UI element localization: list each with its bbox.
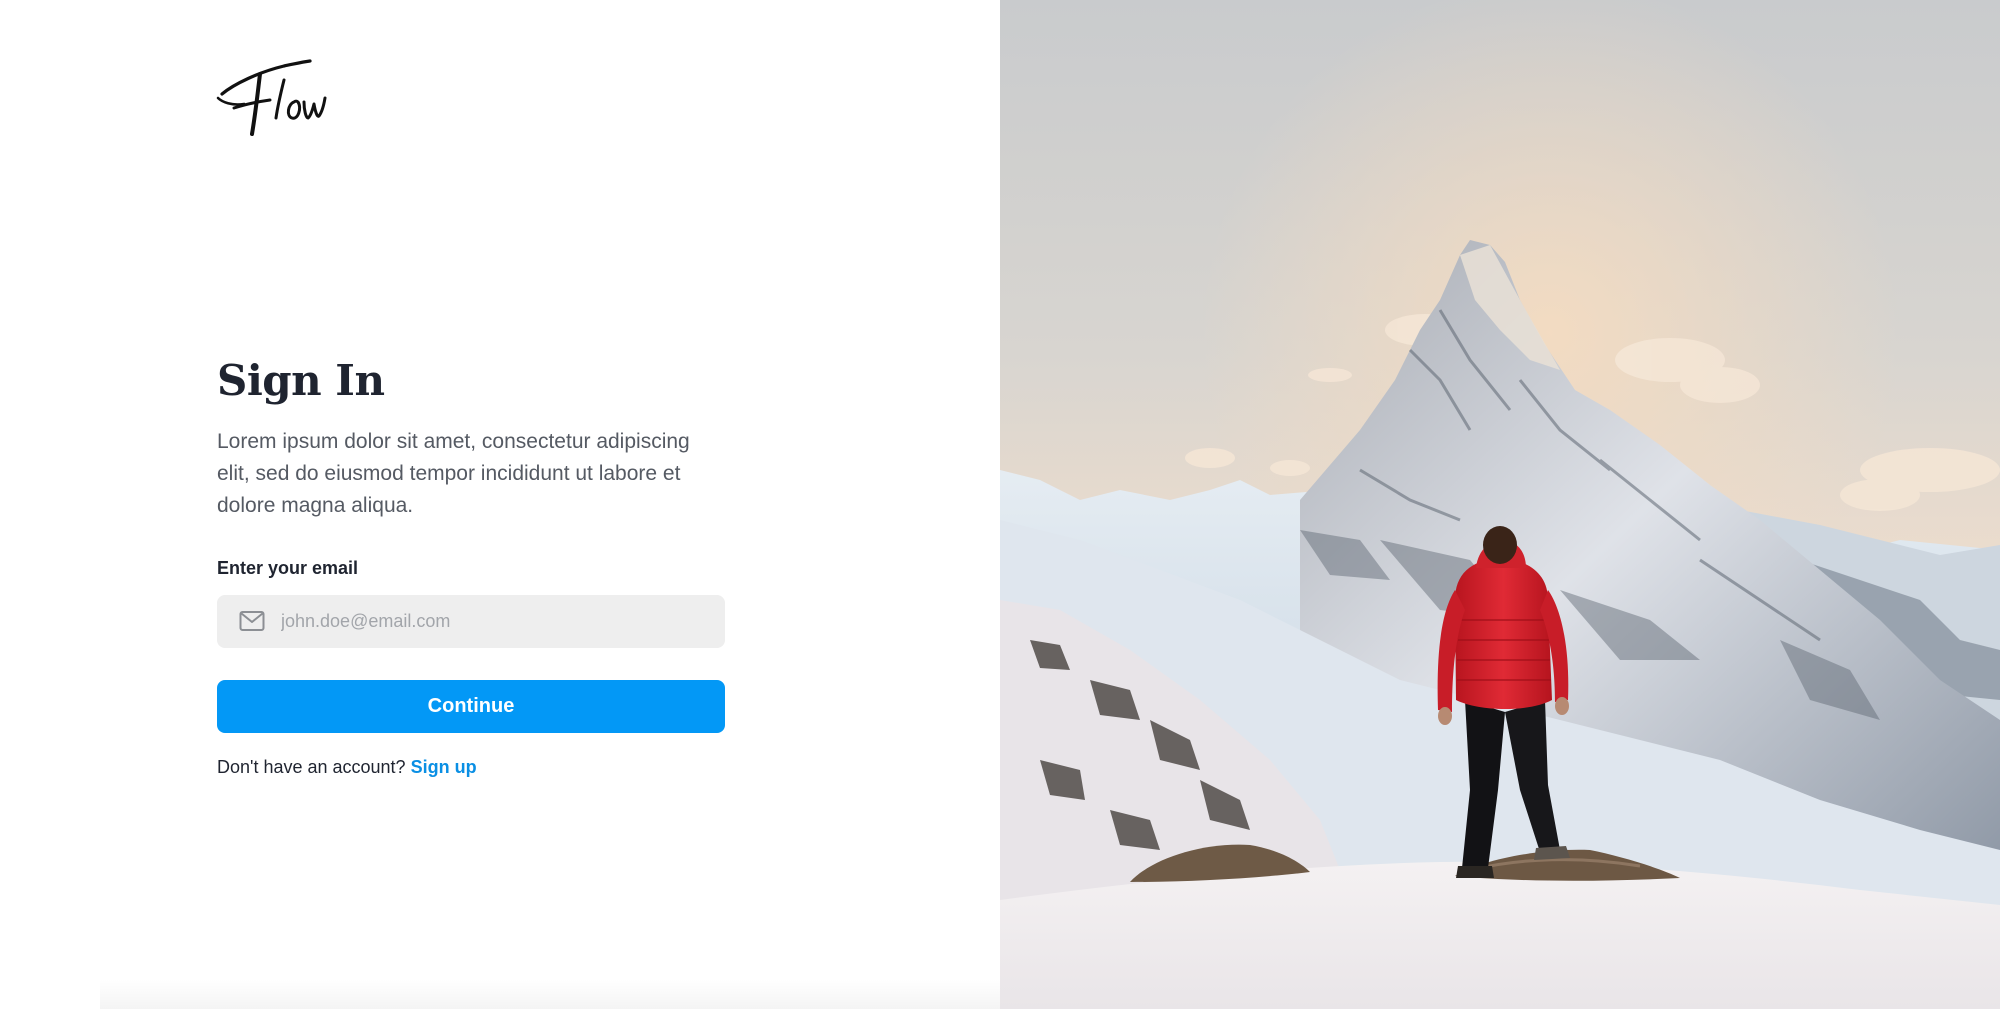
flow-logo-icon: [216, 59, 327, 136]
signin-page: Sign In Lorem ipsum dolor sit amet, cons…: [0, 0, 2000, 1009]
email-input[interactable]: [281, 595, 711, 649]
signup-link[interactable]: Sign up: [411, 757, 477, 777]
bottom-shadow: [100, 979, 1000, 1009]
signin-form: Sign In Lorem ipsum dolor sit amet, cons…: [217, 356, 725, 778]
continue-button[interactable]: Continue: [217, 680, 725, 734]
signin-panel: Sign In Lorem ipsum dolor sit amet, cons…: [0, 0, 1000, 1009]
hero-image: [1000, 0, 2000, 1009]
email-label: Enter your email: [217, 558, 359, 579]
brand-logo[interactable]: [214, 58, 328, 140]
email-field[interactable]: [217, 595, 725, 649]
signup-prompt: Don't have an account?: [217, 757, 406, 778]
page-description: Lorem ipsum dolor sit amet, consectetur …: [217, 430, 690, 518]
mail-icon: [239, 610, 265, 632]
signup-row: Don't have an account? Sign up: [217, 757, 725, 778]
page-title: Sign In: [217, 356, 385, 405]
